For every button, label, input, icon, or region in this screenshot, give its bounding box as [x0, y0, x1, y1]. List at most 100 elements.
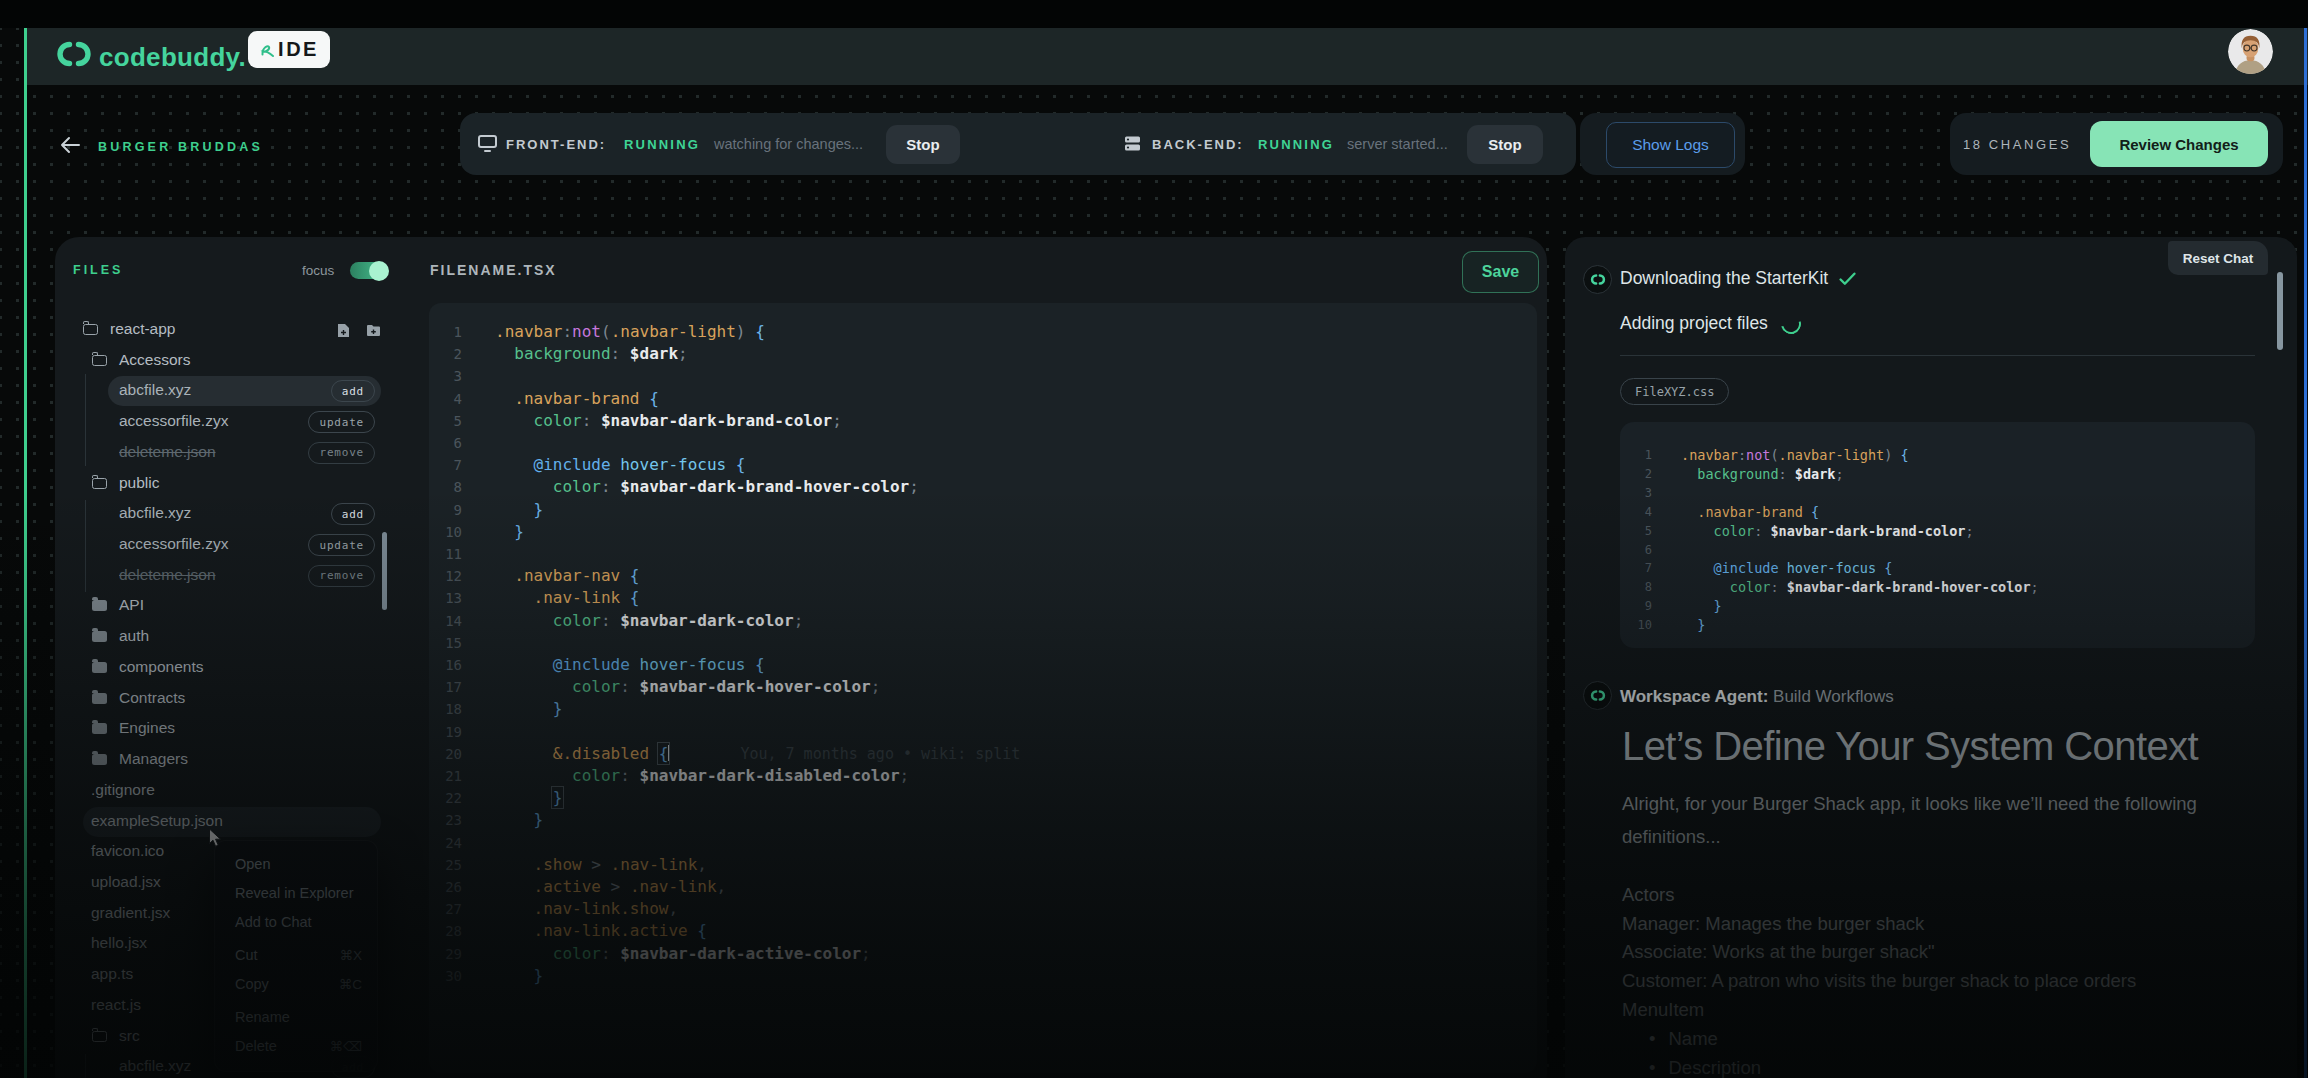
frontend-stop-button[interactable]: Stop [886, 125, 960, 164]
folder-icon [92, 662, 107, 673]
code-line: 5 color: $navbar-dark-brand-color; [1620, 522, 2255, 541]
file-chip[interactable]: FileXYZ.css [1620, 378, 1729, 405]
tree-file[interactable]: accessorfile.zyxupdate [81, 408, 381, 436]
chat-heading: Let’s Define Your System Context [1622, 724, 2198, 769]
tree-item-label: accessorfile.zyx [119, 535, 228, 553]
files-panel-title: FILES [73, 263, 123, 277]
code-line: 7 @include hover-focus { [429, 454, 1537, 476]
context-menu-item-delete[interactable]: Delete⌘⌫ [215, 1032, 377, 1061]
folder-icon [92, 723, 107, 734]
code-line: 23 } [429, 809, 1537, 831]
code-line: 10 } [1620, 616, 2255, 635]
right-accent-line [2304, 28, 2307, 1078]
tree-item-label: hello.jsx [91, 934, 147, 952]
focus-toggle-knob [369, 261, 389, 281]
tree-item-label: src [119, 1027, 140, 1045]
chat-scrollbar[interactable] [2277, 272, 2283, 350]
tree-folder[interactable]: public [81, 470, 381, 498]
tree-item-label: deleteme.json [119, 443, 216, 461]
backend-detail: server started... [1347, 136, 1448, 152]
folder-icon [92, 355, 107, 366]
backend-server-icon [1124, 135, 1141, 156]
tree-folder[interactable]: Contracts [81, 685, 381, 713]
context-menu-item-rename[interactable]: Rename [215, 1003, 377, 1032]
save-button[interactable]: Save [1462, 251, 1539, 293]
backend-stop-button[interactable]: Stop [1467, 125, 1543, 164]
project-title[interactable]: BURGER BRUDDAS [98, 140, 263, 154]
tree-item-label: Contracts [119, 689, 185, 707]
tree-file[interactable]: .gitignore [81, 777, 381, 805]
back-arrow-icon[interactable] [60, 136, 80, 158]
folder-icon [92, 478, 107, 489]
user-avatar[interactable] [2228, 29, 2273, 74]
context-menu-item-cut[interactable]: Cut⌘X [215, 941, 377, 970]
tree-file[interactable]: deleteme.json remove [81, 439, 381, 467]
change-badge-update: update [308, 534, 375, 556]
code-editor[interactable]: 1.navbar:not(.navbar-light) {2 backgroun… [429, 303, 1537, 1073]
new-folder-icon[interactable] [366, 323, 381, 342]
tree-item-label: favicon.ico [91, 842, 164, 860]
code-line: 27 .nav-link.show, [429, 898, 1537, 920]
chat-divider [1620, 355, 2255, 356]
files-scrollbar[interactable] [382, 532, 387, 610]
tree-item-label: abcfile.xyz [119, 1057, 191, 1075]
code-line: 2 background: $dark; [429, 343, 1537, 365]
definition-line: MenuItem [1622, 996, 2136, 1025]
code-line: 8 color: $navbar-dark-brand-hover-color; [1620, 578, 2255, 597]
change-badge-remove: remove [308, 442, 375, 464]
tree-item-label: exampleSetup.json [91, 812, 223, 830]
folder-icon [92, 754, 107, 765]
tree-item-label: abcfile.xyz [119, 381, 191, 399]
tree-file[interactable]: exampleSetup.json [81, 808, 381, 836]
code-line: 28 .nav-link.active { [429, 920, 1537, 942]
code-line: 1.navbar:not(.navbar-light) { [429, 321, 1537, 343]
tree-folder[interactable]: API [81, 592, 381, 620]
context-menu-item-open[interactable]: Open [215, 850, 377, 879]
show-logs-button[interactable]: Show Logs [1606, 122, 1735, 168]
agent-header: Workspace Agent: Build Workflows [1620, 687, 1894, 707]
context-menu-item-copy[interactable]: Copy⌘C [215, 970, 377, 999]
assistant-avatar-icon [1583, 265, 1612, 294]
tree-file[interactable]: accessorfile.zyx update [81, 531, 381, 559]
definition-line: Associate: Works at the burger shack" [1622, 938, 2136, 967]
chat-panel: Reset Chat Downloading the StarterKit Ad… [1565, 237, 2297, 1078]
definition-line: Actors [1622, 881, 2136, 910]
code-line: 17 color: $navbar-dark-hover-color; [429, 676, 1537, 698]
definition-line: Customer: A patron who visits the burger… [1622, 967, 2136, 996]
code-line: 16 @include hover-focus { [429, 654, 1537, 676]
tree-folder[interactable]: Accessors [81, 347, 381, 375]
code-line: 13 .nav-link { [429, 587, 1537, 609]
ide-badge: IDE [248, 31, 330, 68]
tree-item-label: app.ts [91, 965, 133, 983]
check-icon [1839, 272, 1856, 286]
tree-folder[interactable]: components [81, 654, 381, 682]
new-file-icon[interactable] [337, 323, 350, 342]
tree-file[interactable]: abcfile.xyz add [81, 377, 381, 405]
context-menu-item-reveal-in-explorer[interactable]: Reveal in Explorer [215, 879, 377, 908]
tree-folder[interactable]: Managers [81, 746, 381, 774]
chat-code-block: 1.navbar:not(.navbar-light) {2 backgroun… [1620, 422, 2255, 648]
ide-badge-label: IDE [278, 38, 319, 61]
reset-chat-button[interactable]: Reset Chat [2168, 241, 2268, 275]
tree-item-label: Engines [119, 719, 175, 737]
code-line: 12 .navbar-nav { [429, 565, 1537, 587]
tree-item-label: deleteme.json [119, 566, 216, 584]
focus-toggle[interactable] [350, 262, 387, 279]
mouse-cursor-icon [208, 828, 222, 852]
folder-icon [92, 600, 107, 611]
tree-item-label: API [119, 596, 144, 614]
tree-folder[interactable]: auth [81, 623, 381, 651]
tree-folder[interactable]: react-app [81, 316, 381, 344]
tree-file[interactable]: deleteme.jsonremove [81, 562, 381, 590]
tree-folder[interactable]: Engines [81, 715, 381, 743]
changes-count-label: 18 CHANGES [1963, 137, 2071, 152]
code-line: 4 .navbar-brand { [429, 388, 1537, 410]
tree-file[interactable]: abcfile.xyzadd [81, 500, 381, 528]
context-menu-item-add-to-chat[interactable]: Add to Chat [215, 908, 377, 937]
code-line: 26 .active > .nav-link, [429, 876, 1537, 898]
review-changes-button[interactable]: Review Changes [2090, 121, 2268, 167]
code-line: 5 color: $navbar-dark-brand-color; [429, 410, 1537, 432]
assistant-avatar-icon [1583, 681, 1612, 710]
frontend-status: RUNNING [624, 137, 700, 152]
change-badge-add: add [331, 380, 375, 402]
